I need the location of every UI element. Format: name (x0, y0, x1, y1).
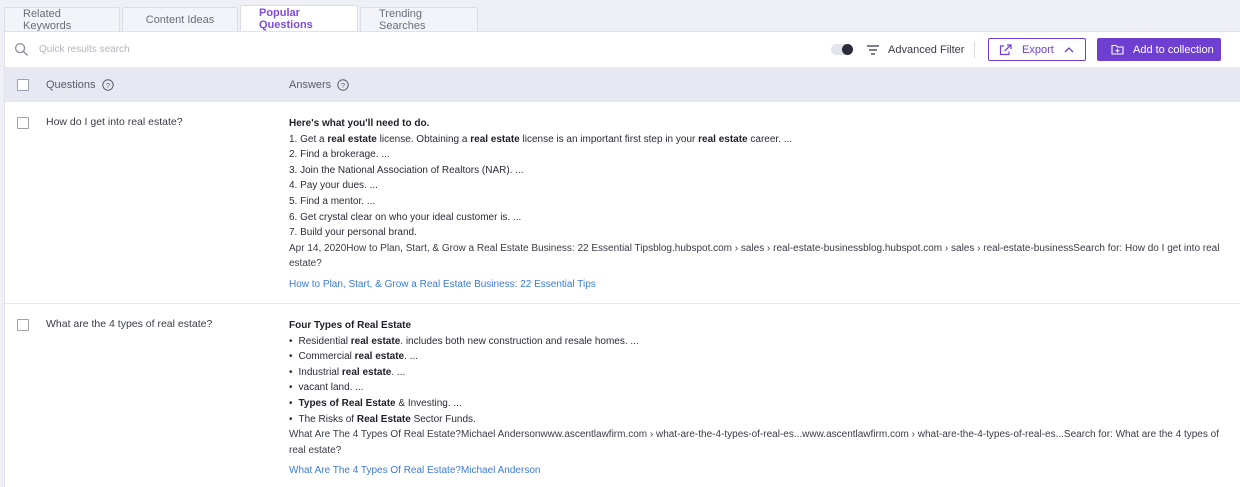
advanced-filter-label: Advanced Filter (888, 43, 965, 56)
select-all-checkbox[interactable] (17, 79, 29, 91)
highlight-text: Real Estate (356, 413, 411, 425)
answer-text: Sector Funds. (410, 413, 476, 425)
highlight-text: real estate (354, 351, 405, 363)
answer-text: & Investing. ... (395, 397, 462, 409)
table-row: What are the 4 types of real estate? Fou… (5, 304, 1240, 487)
answer-text: 4. Pay your dues. ... (289, 180, 378, 192)
export-label: Export (1022, 43, 1054, 56)
answer-line: 6. Get crystal clear on who your ideal c… (289, 210, 1235, 226)
answer-block: Here's what you'll need to do. 1. Get a … (289, 116, 1235, 293)
svg-text:?: ? (341, 81, 345, 90)
toolbar-divider (974, 41, 975, 58)
answer-bullet: vacant land. ... (289, 380, 1235, 396)
export-button[interactable]: Export (988, 38, 1086, 61)
search-input[interactable] (39, 41, 339, 58)
highlight-text: Types of Real Estate (298, 397, 396, 409)
answer-line: 2. Find a brokerage. ... (289, 147, 1235, 163)
answer-text: Industrial (298, 366, 342, 378)
answer-text: Commercial (298, 351, 355, 363)
advanced-filter-button[interactable]: Advanced Filter (867, 40, 964, 59)
answer-text: 6. Get crystal clear on who your ideal c… (289, 211, 522, 223)
answer-text: . ... (404, 351, 419, 363)
answer-source: What Are The 4 Types Of Real Estate?Mich… (289, 429, 1219, 456)
answer-heading: Four Types of Real Estate (289, 320, 412, 331)
answer-text: 1. Get a (289, 133, 328, 145)
answer-line: 5. Find a mentor. ... (289, 194, 1235, 210)
row-checkbox[interactable] (17, 319, 29, 331)
answer-text: 5. Find a mentor. ... (289, 195, 376, 207)
answer-source-link[interactable]: What Are The 4 Types Of Real Estate?Mich… (289, 463, 1235, 479)
results-panel: Advanced Filter Export Add to collection (4, 31, 1240, 487)
svg-text:?: ? (105, 81, 109, 90)
answer-line: 7. Build your personal brand. (289, 225, 1235, 241)
answer-block: Four Types of Real Estate Residential re… (289, 318, 1235, 479)
answer-source-link[interactable]: How to Plan, Start, & Grow a Real Estate… (289, 277, 1235, 293)
export-icon (999, 43, 1012, 55)
add-to-collection-button[interactable]: Add to collection (1097, 38, 1221, 61)
answer-text: license. Obtaining a (376, 133, 471, 145)
highlight-text: real estate (327, 133, 377, 145)
add-to-collection-label: Add to collection (1133, 43, 1214, 56)
answer-source: Apr 14, 2020How to Plan, Start, & Grow a… (289, 242, 1220, 270)
answers-header-label: Answers (289, 79, 332, 91)
highlight-text: real estate (350, 335, 401, 347)
answer-lines: 1. Get a real estate license. Obtaining … (289, 132, 1235, 241)
view-toggle[interactable] (831, 44, 853, 55)
answer-bullets: Residential real estate. includes both n… (289, 334, 1235, 428)
answer-text: . includes both new construction and res… (400, 335, 639, 347)
question-text: What are the 4 types of real estate? (46, 318, 213, 330)
answer-line: 4. Pay your dues. ... (289, 178, 1235, 194)
question-text: How do I get into real estate? (46, 116, 183, 128)
tab-bar: Related Keywords Content Ideas Popular Q… (4, 5, 480, 32)
chevron-up-icon (1064, 47, 1074, 53)
tab-related-keywords[interactable]: Related Keywords (4, 7, 120, 32)
answer-bullet: The Risks of Real Estate Sector Funds. (289, 412, 1235, 428)
answer-text: career. ... (747, 133, 793, 145)
highlight-text: real estate (698, 133, 748, 145)
answers-column-header[interactable]: Answers ? (289, 79, 349, 91)
answer-bullet: Industrial real estate. ... (289, 365, 1235, 381)
answer-text: 3. Join the National Association of Real… (289, 164, 524, 176)
questions-column-header[interactable]: Questions ? (46, 79, 114, 91)
help-icon[interactable]: ? (337, 79, 349, 91)
answer-text: The Risks of (298, 413, 357, 425)
answer-bullet: Residential real estate. includes both n… (289, 334, 1235, 350)
highlight-text: real estate (341, 366, 392, 378)
table-header: Questions ? Answers ? (5, 67, 1240, 102)
row-checkbox[interactable] (17, 117, 29, 129)
answer-heading: Here's what you'll need to do. (289, 118, 430, 129)
answer-text: vacant land. ... (298, 382, 364, 394)
tab-content-ideas[interactable]: Content Ideas (122, 7, 238, 31)
highlight-text: real estate (470, 133, 520, 145)
toggle-knob (842, 44, 853, 55)
filter-icon (867, 44, 879, 55)
answer-text: Residential (298, 335, 351, 347)
answer-text: 7. Build your personal brand. (289, 227, 417, 239)
toolbar: Advanced Filter Export Add to collection (5, 32, 1240, 67)
answer-bullet: Types of Real Estate & Investing. ... (289, 396, 1235, 412)
answer-text: license is an important first step in yo… (519, 133, 699, 145)
tab-trending-searches[interactable]: Trending Searches (360, 7, 478, 32)
answer-bullet: Commercial real estate. ... (289, 349, 1235, 365)
answer-line: 3. Join the National Association of Real… (289, 163, 1235, 179)
questions-header-label: Questions (46, 79, 96, 91)
answer-text: 2. Find a brokerage. ... (289, 149, 390, 161)
answer-text: . ... (391, 366, 406, 378)
table-row: How do I get into real estate? Here's wh… (5, 102, 1240, 304)
tab-popular-questions[interactable]: Popular Questions (240, 5, 358, 31)
search-icon (14, 42, 28, 56)
answer-line: 1. Get a real estate license. Obtaining … (289, 132, 1235, 148)
folder-add-icon (1111, 44, 1124, 55)
help-icon[interactable]: ? (101, 79, 114, 91)
